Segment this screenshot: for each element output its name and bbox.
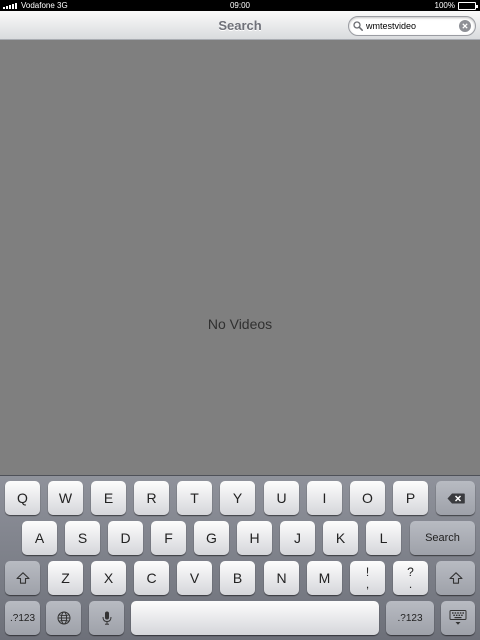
status-right: 100% <box>434 0 478 11</box>
empty-state-message: No Videos <box>207 316 273 332</box>
key-q[interactable]: Q <box>5 481 40 515</box>
key-d[interactable]: D <box>108 521 143 555</box>
key-e[interactable]: E <box>91 481 126 515</box>
results-area: No Videos <box>0 40 480 475</box>
key-period-label: . <box>408 577 413 591</box>
globe-icon <box>57 611 70 625</box>
status-bar: Vodafone 3G 09:00 100% <box>0 0 480 11</box>
key-u[interactable]: U <box>264 481 299 515</box>
key-y[interactable]: Y <box>220 481 255 515</box>
dictation-key[interactable] <box>89 601 124 635</box>
hide-keyboard-key[interactable] <box>441 601 475 635</box>
close-icon <box>462 23 468 29</box>
key-g[interactable]: G <box>194 521 229 555</box>
backspace-icon <box>447 493 465 503</box>
key-z[interactable]: Z <box>48 561 83 595</box>
battery-icon <box>458 1 478 10</box>
key-p[interactable]: P <box>393 481 428 515</box>
key-f[interactable]: F <box>151 521 186 555</box>
key-v[interactable]: V <box>177 561 212 595</box>
key-o[interactable]: O <box>350 481 385 515</box>
key-k[interactable]: K <box>323 521 358 555</box>
shift-key-left[interactable] <box>5 561 40 595</box>
numbers-key-left[interactable]: .?123 <box>5 601 40 635</box>
battery-percent: 100% <box>434 1 455 10</box>
key-x[interactable]: X <box>91 561 126 595</box>
shift-icon <box>15 572 30 584</box>
status-time: 09:00 <box>229 1 251 10</box>
search-box[interactable] <box>348 16 476 36</box>
search-icon <box>353 21 363 31</box>
key-t[interactable]: T <box>177 481 212 515</box>
nav-bar: Search <box>0 11 480 40</box>
key-j[interactable]: J <box>280 521 315 555</box>
key-n[interactable]: N <box>264 561 299 595</box>
microphone-icon <box>102 611 111 625</box>
space-bar[interactable] <box>131 601 379 635</box>
key-w[interactable]: W <box>48 481 83 515</box>
globe-key[interactable] <box>46 601 81 635</box>
key-l[interactable]: L <box>366 521 401 555</box>
search-input[interactable] <box>366 21 456 31</box>
shift-icon <box>448 572 463 584</box>
shift-key-right[interactable] <box>436 561 475 595</box>
key-s[interactable]: S <box>65 521 100 555</box>
key-m[interactable]: M <box>307 561 342 595</box>
numbers-key-right[interactable]: .?123 <box>386 601 434 635</box>
key-exclamation-comma[interactable]: ! , <box>350 561 385 595</box>
key-b[interactable]: B <box>220 561 255 595</box>
key-comma-label: , <box>365 577 370 591</box>
key-c[interactable]: C <box>134 561 169 595</box>
hide-keyboard-icon <box>449 610 467 625</box>
clear-search-button[interactable] <box>459 20 471 32</box>
search-key[interactable]: Search <box>410 521 475 555</box>
key-h[interactable]: H <box>237 521 272 555</box>
key-r[interactable]: R <box>134 481 169 515</box>
key-i[interactable]: I <box>307 481 342 515</box>
backspace-key[interactable] <box>436 481 475 515</box>
keyboard: Q W E R T Y U I O P A S D F G H J K L Se… <box>0 475 480 640</box>
key-question-period[interactable]: ? . <box>393 561 428 595</box>
key-a[interactable]: A <box>22 521 57 555</box>
